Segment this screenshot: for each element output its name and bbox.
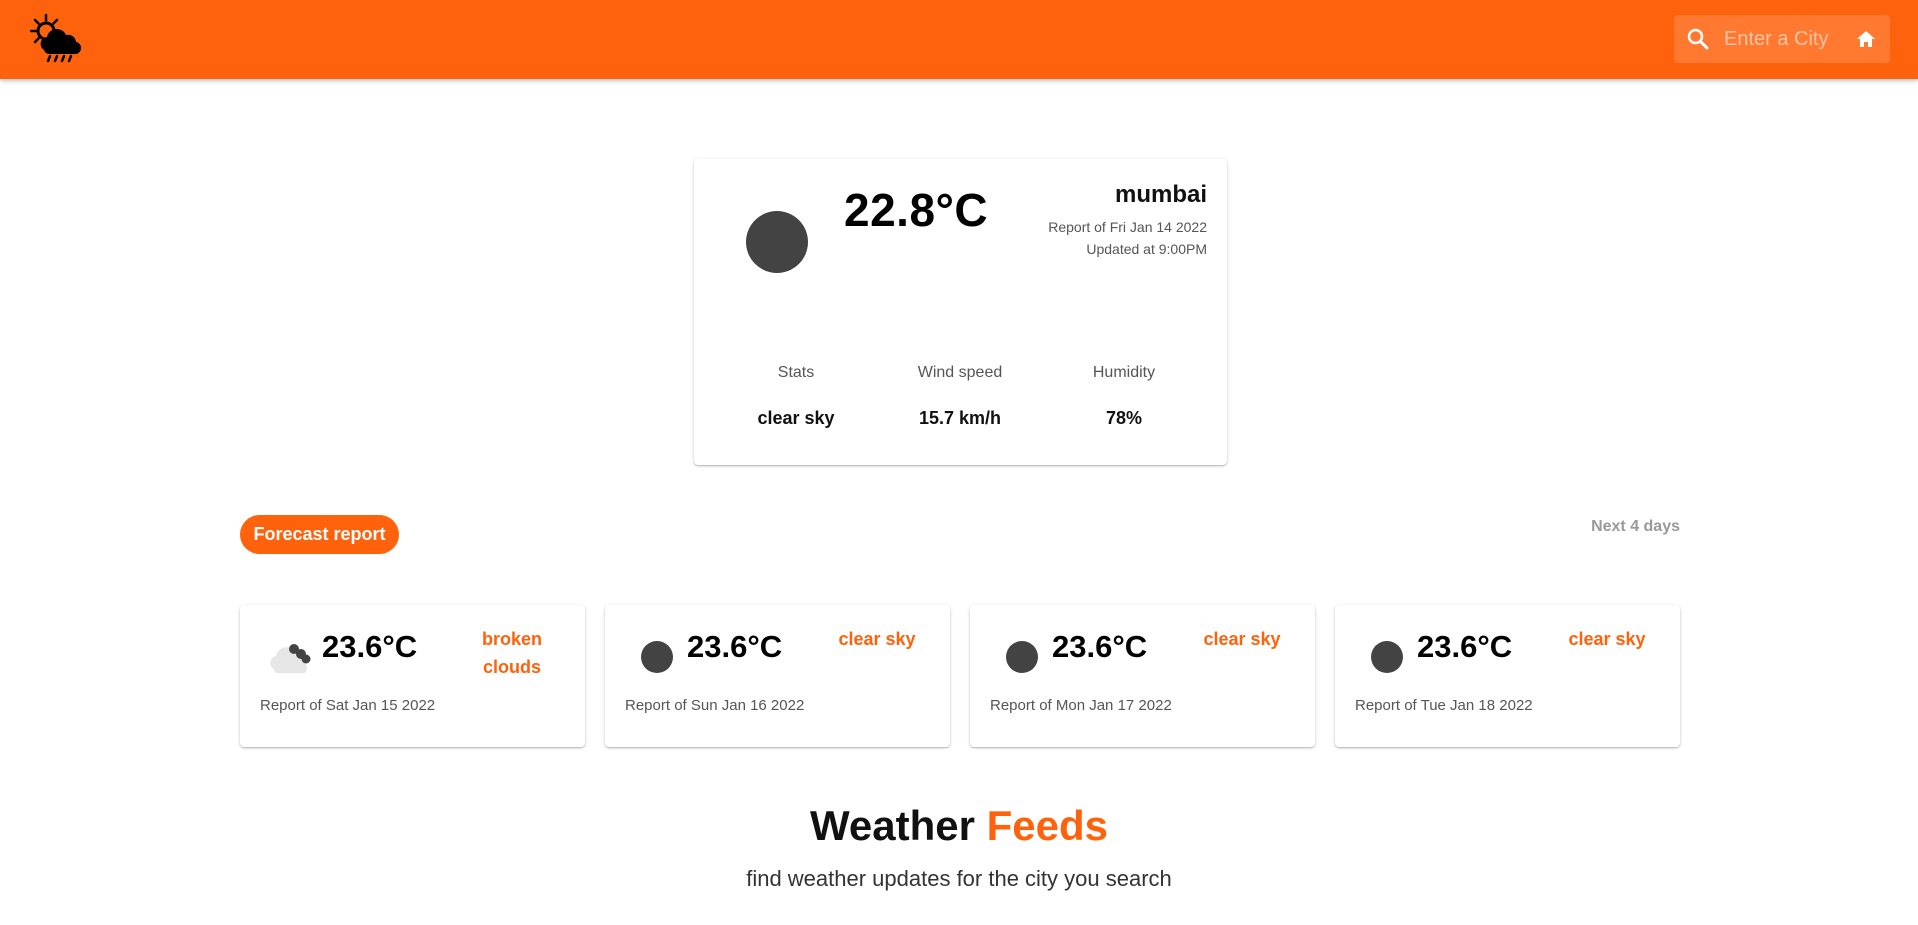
clear-sky-icon — [746, 211, 808, 273]
city-search-input[interactable] — [1724, 23, 1844, 55]
forecast-card: 23.6°C clear sky Report of Tue Jan 18 20… — [1335, 605, 1680, 747]
stat-wind-speed: Wind speed 15.7 km/h — [880, 364, 1040, 429]
forecast-range-label: Next 4 days — [1591, 518, 1680, 535]
feeds-title-accent: Feeds — [986, 802, 1108, 849]
search-icon — [1687, 28, 1709, 50]
forecast-report-date: Report of Sat Jan 15 2022 — [260, 697, 436, 714]
stat-label: Wind speed — [917, 364, 1003, 381]
updated-time: Updated at 9:00PM — [1086, 241, 1207, 257]
clear-sky-icon — [1371, 641, 1403, 673]
city-search — [1674, 15, 1890, 63]
city-name: mumbai — [1114, 181, 1207, 208]
forecast-report-date: Report of Mon Jan 17 2022 — [990, 697, 1172, 714]
stat-label: Stats — [777, 364, 815, 381]
feeds-title-main: Weather — [809, 802, 975, 849]
sun-cloud-rain-icon[interactable] — [30, 12, 82, 64]
forecast-report-date: Report of Tue Jan 18 2022 — [1355, 697, 1533, 714]
broken-clouds-icon — [270, 644, 311, 673]
stat-value: 15.7 km/h — [918, 408, 1002, 428]
stat-humidity: Humidity 78% — [1044, 364, 1204, 429]
stat-value: clear sky — [757, 408, 835, 428]
current-temperature: 22.8°C — [844, 184, 989, 236]
forecast-description: broken clouds — [481, 629, 542, 677]
forecast-temperature: 23.6°C — [1417, 629, 1513, 664]
stat-condition: Stats clear sky — [716, 364, 876, 429]
home-icon[interactable] — [1854, 27, 1878, 51]
forecast-description: clear sky — [838, 629, 916, 649]
forecast-temperature: 23.6°C — [687, 629, 783, 664]
stat-label: Humidity — [1092, 364, 1156, 381]
forecast-card: 23.6°C clear sky Report of Sun Jan 16 20… — [605, 605, 950, 747]
current-weather-card: 22.8°C mumbai Report of Fri Jan 14 2022 … — [694, 159, 1227, 465]
app-bar — [0, 0, 1918, 79]
forecast-card: 23.6°C broken clouds Report of Sat Jan 1… — [240, 605, 585, 747]
feeds-subtitle: find weather updates for the city you se… — [746, 866, 1172, 891]
report-date: Report of Fri Jan 14 2022 — [1048, 219, 1207, 235]
forecast-temperature: 23.6°C — [322, 629, 418, 664]
clear-sky-icon — [1006, 641, 1038, 673]
forecast-temperature: 23.6°C — [1052, 629, 1148, 664]
forecast-report-chip[interactable]: Forecast report — [240, 515, 399, 554]
stat-value: 78% — [1105, 408, 1143, 428]
feeds-title: Weather Feeds — [0, 802, 1918, 850]
clear-sky-icon — [641, 641, 673, 673]
forecast-description: clear sky — [1568, 629, 1646, 649]
forecast-card: 23.6°C clear sky Report of Mon Jan 17 20… — [970, 605, 1315, 747]
forecast-report-date: Report of Sun Jan 16 2022 — [625, 697, 805, 714]
forecast-description: clear sky — [1203, 629, 1281, 649]
